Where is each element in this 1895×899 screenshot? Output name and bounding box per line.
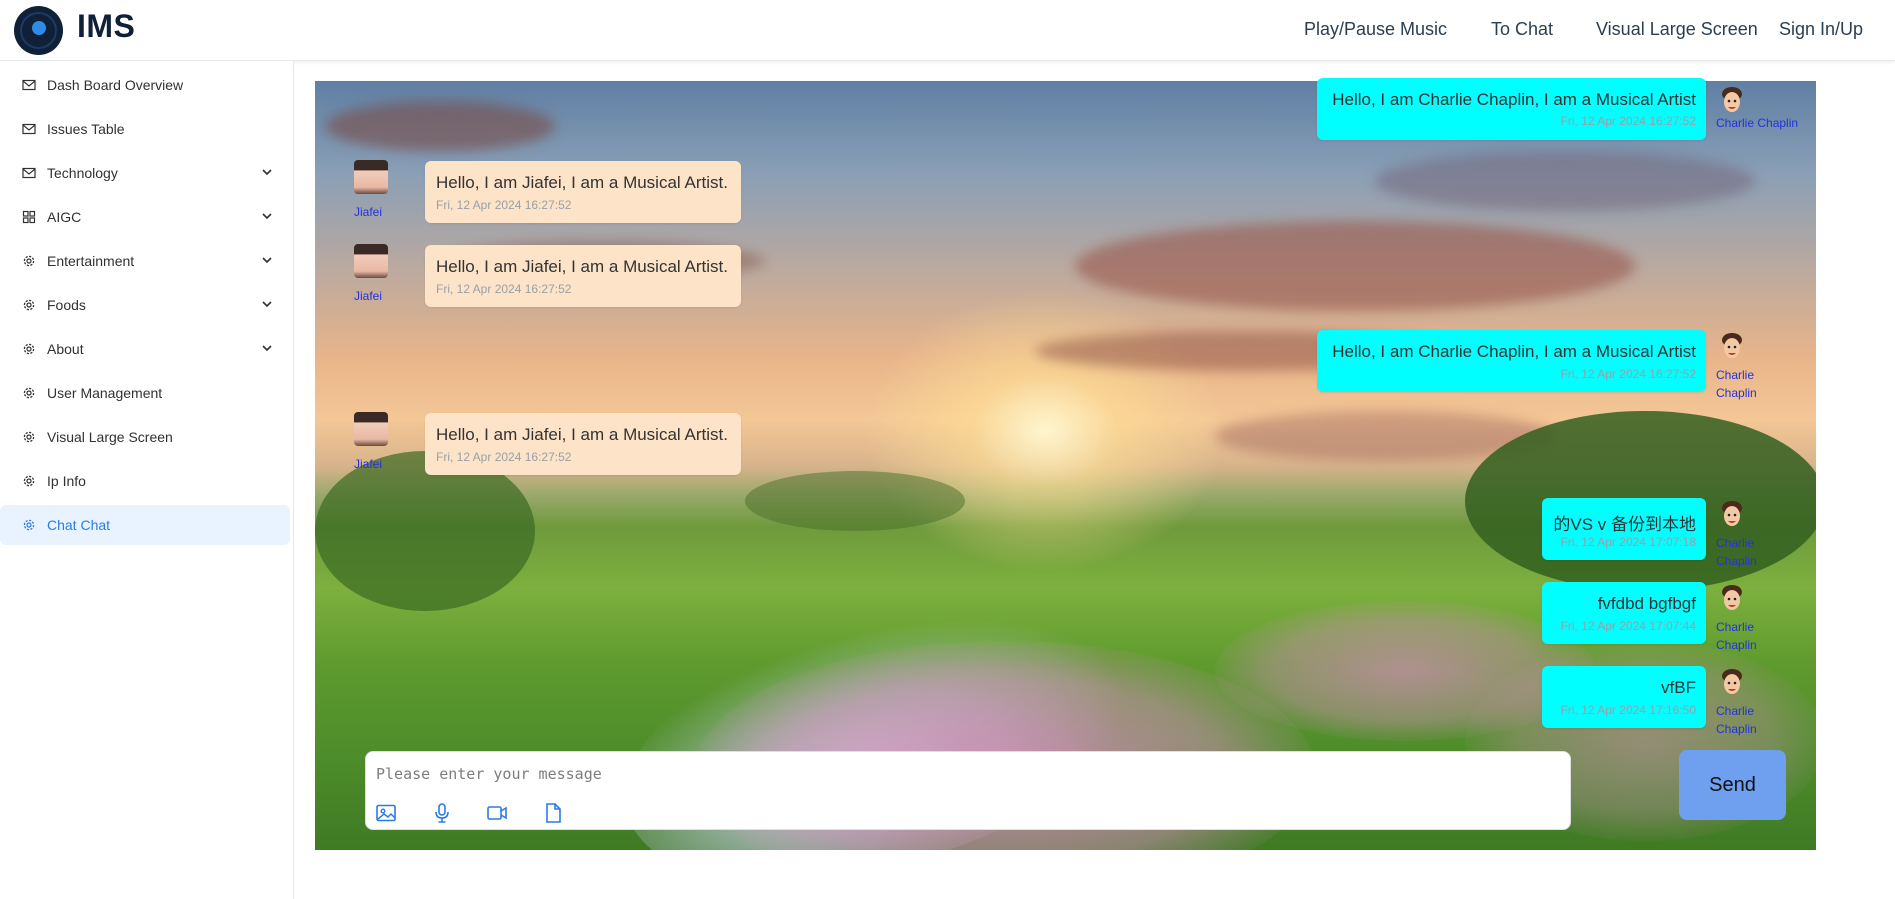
chevron-down-icon[interactable] [261,298,273,310]
message-text: Hello, I am Charlie Chaplin, I am a Musi… [1332,342,1696,361]
sender-name: Charlie Chaplin [1716,620,1757,652]
sidebar-item-visual-large-screen[interactable]: Visual Large Screen [0,417,290,457]
gear-icon [23,431,35,443]
gear-icon [23,387,35,399]
message-time: Fri, 12 Apr 2024 16:27:52 [1560,114,1696,128]
message-time: Fri, 12 Apr 2024 17:07:44 [1560,619,1696,633]
sidebar-item-dashboard-overview[interactable]: Dash Board Overview [0,65,290,105]
charlie-chaplin-avatar [1722,501,1742,526]
message-text: fvfdbd bgfbgf [1597,594,1696,613]
sidebar-item-label: Visual Large Screen [47,429,173,445]
image-icon[interactable] [375,802,397,824]
message-text: Hello, I am Jiafei, I am a Musical Artis… [436,257,728,276]
charlie-chaplin-avatar [1722,585,1742,610]
sender-name: Jiafei [354,289,383,303]
gear-icon [23,343,35,355]
sidebar-item-about[interactable]: About [0,329,290,369]
nav-visual-large-screen[interactable]: Visual Large Screen [1596,19,1758,40]
microphone-icon[interactable] [431,802,453,824]
sidebar-item-label: AIGC [47,209,82,225]
mail-icon [22,167,36,179]
message-text: Hello, I am Charlie Chaplin, I am a Musi… [1332,90,1696,109]
message-bubble: Hello, I am Charlie Chaplin, I am a Musi… [1317,330,1706,392]
gear-icon [23,255,35,267]
top-header: IMS Play/Pause Music To Chat Visual Larg… [0,0,1895,61]
chevron-down-icon[interactable] [261,166,273,178]
charlie-chaplin-avatar [1722,333,1742,358]
jiafei-avatar [354,412,388,446]
sidebar-item-ip-info[interactable]: Ip Info [0,461,290,501]
message-bubble: Hello, I am Jiafei, I am a Musical Artis… [425,413,741,475]
sender-name: Charlie Chaplin [1716,536,1757,568]
message-time: Fri, 12 Apr 2024 17:07:18 [1560,535,1696,549]
nav-sign-in-up[interactable]: Sign In/Up [1779,19,1863,40]
message-text: Hello, I am Jiafei, I am a Musical Artis… [436,425,728,444]
sidebar-item-label: Entertainment [47,253,135,269]
sidebar-item-label: Foods [47,297,86,313]
gear-icon [23,475,35,487]
charlie-chaplin-avatar [1722,87,1742,112]
message-bubble: Hello, I am Charlie Chaplin, I am a Musi… [1317,78,1706,140]
message-time: Fri, 12 Apr 2024 16:27:52 [1560,367,1696,381]
nav-play-pause-music[interactable]: Play/Pause Music [1304,19,1447,40]
sidebar-item-user-management[interactable]: User Management [0,373,290,413]
message-bubble: fvfdbd bgfbgf Fri, 12 Apr 2024 17:07:44 [1542,582,1706,644]
message-bubble: vfBF Fri, 12 Apr 2024 17:16:50 [1542,666,1706,728]
send-button[interactable]: Send [1679,750,1786,820]
sidebar-item-label: Dash Board Overview [47,77,184,93]
message-input[interactable] [374,758,1558,790]
message-bubble: Hello, I am Jiafei, I am a Musical Artis… [425,161,741,223]
sender-name: Charlie Chaplin [1716,368,1757,400]
chevron-down-icon[interactable] [261,210,273,222]
grid-icon [22,210,36,224]
gear-icon [23,299,35,311]
sidebar-item-label: About [47,341,84,357]
sidebar-item-label: Technology [47,165,118,181]
mail-icon [22,123,36,135]
message-text: vfBF [1661,678,1696,697]
message-bubble: Hello, I am Jiafei, I am a Musical Artis… [425,245,741,307]
jiafei-avatar [354,160,388,194]
message-bubble: 的VS v 备份到本地 Fri, 12 Apr 2024 17:07:18 [1542,498,1706,560]
sidebar: Dash Board Overview Issues Table Technol… [0,61,294,899]
message-text: 的VS v 备份到本地 [1553,515,1696,534]
sender-name: Jiafei [354,457,383,471]
sidebar-item-entertainment[interactable]: Entertainment [0,241,290,281]
charlie-chaplin-avatar [1722,669,1742,694]
message-text: Hello, I am Jiafei, I am a Musical Artis… [436,173,728,192]
sidebar-item-label: Issues Table [47,121,125,137]
sidebar-item-technology[interactable]: Technology [0,153,290,193]
sender-name: Charlie Chaplin [1716,704,1757,736]
gear-icon [23,519,35,531]
message-composer [365,751,1571,830]
message-time: Fri, 12 Apr 2024 16:27:52 [436,450,572,464]
video-icon[interactable] [486,802,508,824]
sender-name: Jiafei [354,205,383,219]
file-icon[interactable] [542,802,564,824]
sidebar-item-aigc[interactable]: AIGC [0,197,290,237]
sidebar-item-label: User Management [47,385,163,401]
app-logo [14,6,63,55]
sidebar-item-foods[interactable]: Foods [0,285,290,325]
message-time: Fri, 12 Apr 2024 16:27:52 [436,198,572,212]
app-title: IMS [77,8,136,44]
nav-to-chat[interactable]: To Chat [1491,19,1553,40]
sidebar-item-issues-table[interactable]: Issues Table [0,109,290,149]
chevron-down-icon[interactable] [261,254,273,266]
message-time: Fri, 12 Apr 2024 16:27:52 [436,282,572,296]
sidebar-item-label: Chat Chat [47,517,111,533]
sidebar-item-label: Ip Info [47,473,86,489]
message-time: Fri, 12 Apr 2024 17:16:50 [1560,703,1696,717]
chevron-down-icon[interactable] [261,342,273,354]
jiafei-avatar [354,244,388,278]
mail-icon [22,79,36,91]
sender-name: Charlie Chaplin [1716,116,1799,130]
sidebar-item-chat-chat[interactable]: Chat Chat [0,505,290,545]
